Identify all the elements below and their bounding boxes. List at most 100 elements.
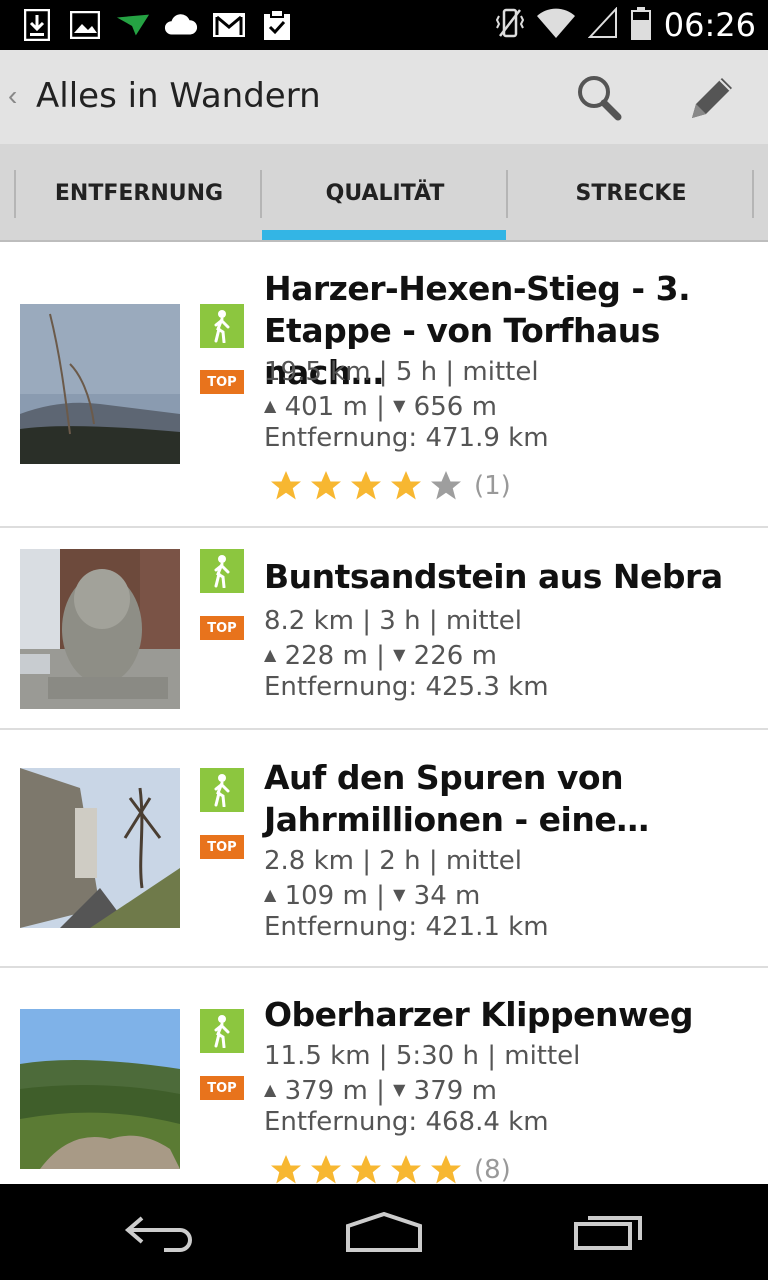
star-icon xyxy=(431,471,461,500)
separator: | xyxy=(376,1076,385,1106)
separator: | xyxy=(376,881,385,911)
selected-tab-indicator xyxy=(262,230,506,240)
recents-icon xyxy=(574,1216,642,1250)
cloud-icon xyxy=(164,8,198,42)
tour-thumbnail xyxy=(20,1009,180,1169)
list-item[interactable]: TOP Buntsandstein aus Nebra 8.2 km | 3 h… xyxy=(0,530,768,730)
hiking-badge xyxy=(200,304,244,348)
edit-button[interactable] xyxy=(684,70,740,126)
back-caret-icon[interactable]: ‹ xyxy=(8,80,17,112)
tab-qualitaet[interactable]: QUALITÄT xyxy=(262,144,508,242)
star-icon xyxy=(431,1155,461,1184)
navigation-icon xyxy=(116,8,150,42)
list-item[interactable]: TOP Auf den Spuren von Jahrmillionen - e… xyxy=(0,732,768,968)
rating-count: (1) xyxy=(474,471,511,501)
tour-title[interactable]: Oberharzer Klippenweg xyxy=(264,994,748,1036)
tour-stats: 11.5 km | 5:30 h | mittel xyxy=(264,1041,581,1071)
hiker-icon xyxy=(214,310,230,343)
star-icon xyxy=(311,471,341,500)
tour-distance: Entfernung: 471.9 km xyxy=(264,423,549,453)
descent-value: 656 m xyxy=(413,392,497,422)
star-icon xyxy=(271,471,301,500)
star-icon xyxy=(391,471,421,500)
star-icon xyxy=(271,1155,301,1184)
top-badge: TOP xyxy=(200,835,244,859)
hiker-icon xyxy=(214,1015,230,1048)
star-icon xyxy=(351,1155,381,1184)
tour-elevation: ▲ 379 m | ▼ 379 m xyxy=(264,1073,497,1108)
star-icon xyxy=(351,471,381,500)
hiking-badge xyxy=(200,768,244,812)
star-icon xyxy=(311,1155,341,1184)
descent-value: 226 m xyxy=(413,641,497,671)
tour-elevation: ▲ 401 m | ▼ 656 m xyxy=(264,389,497,424)
nav-back-button[interactable] xyxy=(110,1202,210,1262)
search-button[interactable] xyxy=(572,70,628,126)
status-bar: 06:26 xyxy=(0,0,768,50)
nav-home-button[interactable] xyxy=(334,1202,434,1262)
tour-stats: 2.8 km | 2 h | mittel xyxy=(264,846,523,876)
notification-icons xyxy=(20,8,294,42)
star-rating: (1) xyxy=(268,466,511,506)
tour-title[interactable]: Auf den Spuren von Jahrmillionen - eine… xyxy=(264,757,748,841)
home-icon xyxy=(346,1212,422,1252)
ascent-icon: ▲ xyxy=(264,396,277,415)
ascent-value: 379 m xyxy=(284,1076,368,1106)
tour-elevation: ▲ 228 m | ▼ 226 m xyxy=(264,638,497,673)
tour-stats: 19.5 km | 5 h | mittel xyxy=(264,357,539,387)
clipboard-icon xyxy=(260,8,294,42)
gmail-icon xyxy=(212,8,246,42)
tour-list[interactable]: TOP Harzer-Hexen-Stieg - 3. Etappe - von… xyxy=(0,242,768,1184)
top-badge: TOP xyxy=(200,616,244,640)
tour-thumbnail xyxy=(20,304,180,464)
battery-icon xyxy=(630,6,652,45)
separator: | xyxy=(376,641,385,671)
ascent-value: 109 m xyxy=(284,881,368,911)
clock: 06:26 xyxy=(663,6,756,44)
ascent-value: 228 m xyxy=(284,641,368,671)
descent-icon: ▼ xyxy=(393,885,406,904)
navigation-bar xyxy=(0,1184,768,1280)
tour-thumbnail xyxy=(20,549,180,709)
descent-value: 34 m xyxy=(413,881,481,911)
action-bar: ‹ Alles in Wandern xyxy=(0,50,768,144)
descent-icon: ▼ xyxy=(393,645,406,664)
star-rating: (8) xyxy=(268,1150,511,1184)
tab-bar: ENTFERNUNG QUALITÄT STRECKE xyxy=(0,144,768,242)
hiker-icon xyxy=(214,555,230,588)
hiking-badge xyxy=(200,1009,244,1053)
tour-distance: Entfernung: 468.4 km xyxy=(264,1107,549,1137)
ascent-icon: ▲ xyxy=(264,645,277,664)
nav-recents-button[interactable] xyxy=(560,1202,660,1262)
rating-count: (8) xyxy=(474,1155,511,1184)
download-icon xyxy=(20,8,54,42)
pencil-icon xyxy=(692,78,732,118)
system-status: 06:26 xyxy=(495,0,756,50)
hiking-badge xyxy=(200,549,244,593)
tab-strecke[interactable]: STRECKE xyxy=(508,144,754,242)
tab-entfernung[interactable]: ENTFERNUNG xyxy=(16,144,262,242)
ascent-value: 401 m xyxy=(284,392,368,422)
top-badge: TOP xyxy=(200,370,244,394)
list-item[interactable]: TOP Oberharzer Klippenweg 11.5 km | 5:30… xyxy=(0,970,768,1184)
separator: | xyxy=(376,392,385,422)
page-title[interactable]: Alles in Wandern xyxy=(36,76,321,116)
search-icon xyxy=(578,76,622,121)
hiker-icon xyxy=(214,774,230,807)
descent-icon: ▼ xyxy=(393,1080,406,1099)
tour-elevation: ▲ 109 m | ▼ 34 m xyxy=(264,878,480,913)
wifi-icon xyxy=(536,7,576,44)
top-badge: TOP xyxy=(200,1076,244,1100)
tour-thumbnail xyxy=(20,768,180,928)
vibrate-icon xyxy=(495,6,524,45)
list-item[interactable]: TOP Harzer-Hexen-Stieg - 3. Etappe - von… xyxy=(0,242,768,528)
ascent-icon: ▲ xyxy=(264,1080,277,1099)
signal-icon xyxy=(587,5,618,44)
descent-value: 379 m xyxy=(413,1076,497,1106)
tour-stats: 8.2 km | 3 h | mittel xyxy=(264,606,523,636)
image-icon xyxy=(68,8,102,42)
tab-divider xyxy=(752,170,754,218)
tour-distance: Entfernung: 421.1 km xyxy=(264,912,549,942)
tour-distance: Entfernung: 425.3 km xyxy=(264,672,549,702)
tour-title[interactable]: Buntsandstein aus Nebra xyxy=(264,556,748,598)
